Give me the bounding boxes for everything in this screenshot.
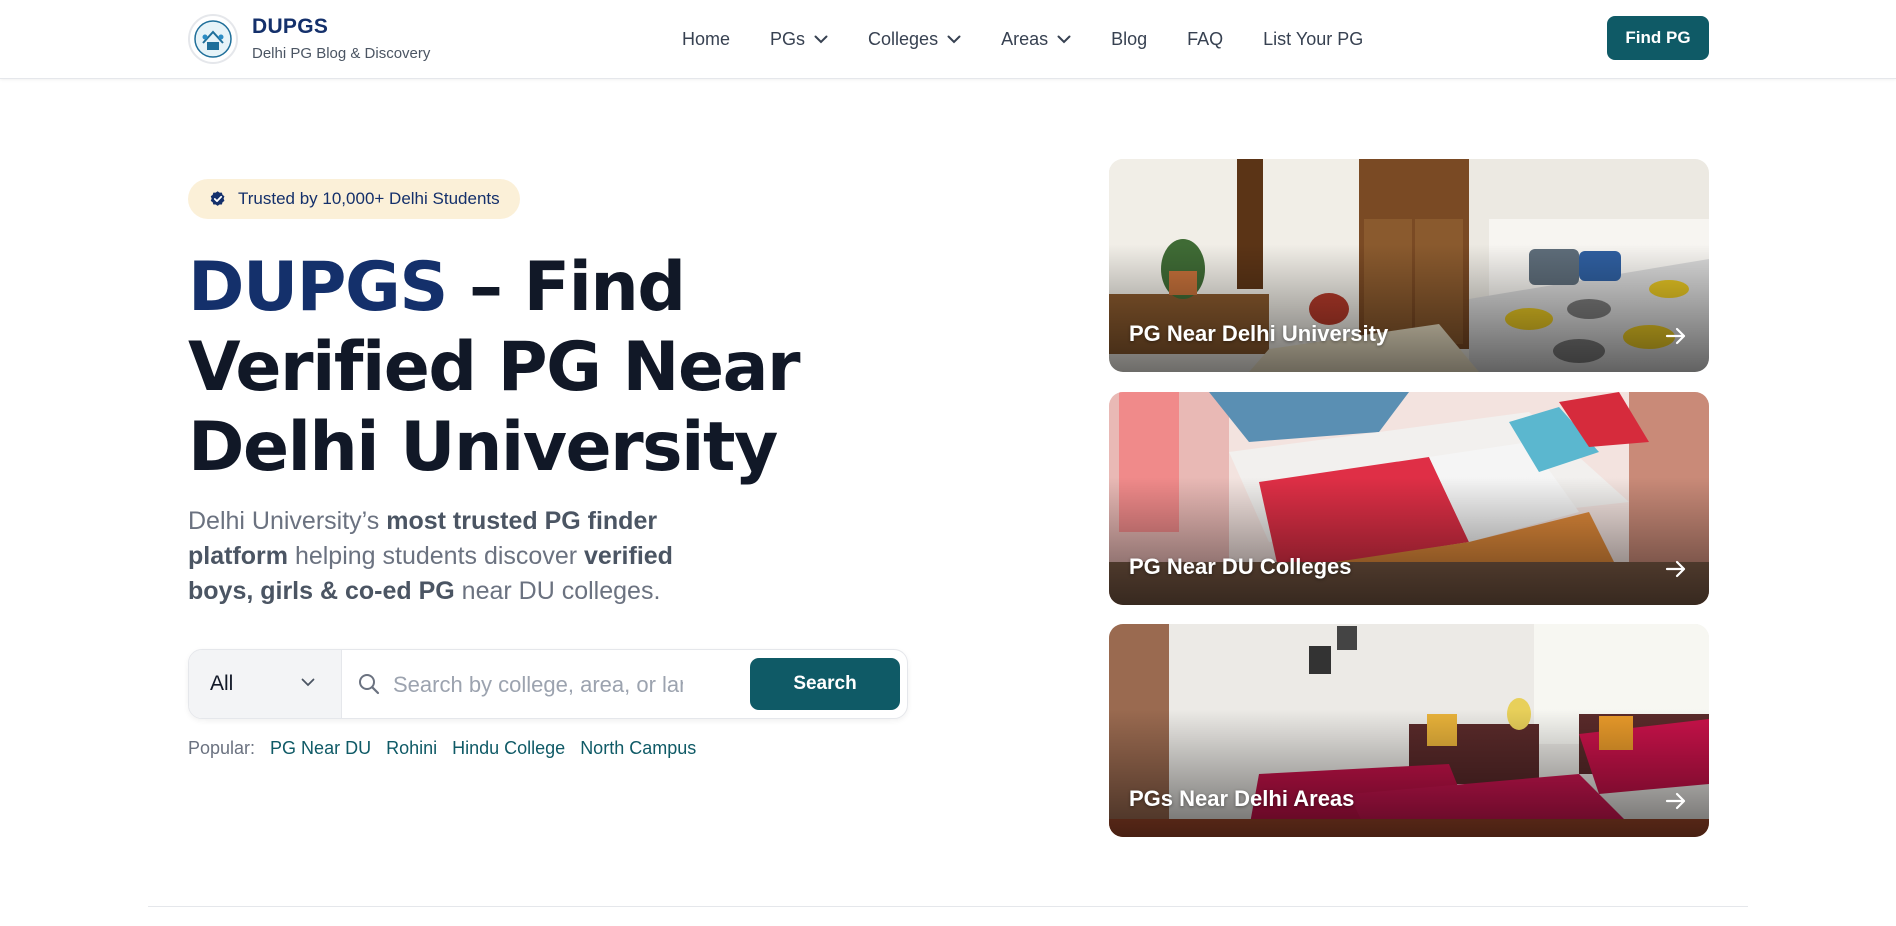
verified-check-icon bbox=[210, 191, 225, 206]
desc-text: Delhi University’s bbox=[188, 507, 387, 535]
nav-colleges-dropdown[interactable]: Colleges bbox=[868, 26, 961, 52]
logo-icon bbox=[188, 14, 238, 64]
nav-faq[interactable]: FAQ bbox=[1187, 26, 1223, 52]
brand-title: DUPGS bbox=[252, 15, 329, 38]
search-button[interactable]: Search bbox=[750, 658, 900, 710]
nav-blog[interactable]: Blog bbox=[1111, 26, 1147, 52]
chevron-down-icon bbox=[947, 35, 961, 43]
hero-title-accent: DUPGS bbox=[188, 248, 448, 327]
arrow-right-icon bbox=[1665, 560, 1686, 578]
nav-pgs-dropdown[interactable]: PGs bbox=[770, 26, 828, 52]
popular-tag[interactable]: North Campus bbox=[580, 736, 696, 760]
popular-tag[interactable]: Hindu College bbox=[452, 736, 565, 760]
nav-blog-label: Blog bbox=[1111, 29, 1148, 49]
section-divider bbox=[148, 906, 1748, 907]
card-pg-near-delhi-university[interactable]: PG Near Delhi University bbox=[1109, 159, 1709, 372]
search-bar: All Search bbox=[188, 649, 908, 719]
card-title: PG Near DU Colleges bbox=[1129, 554, 1352, 579]
hero-description: Delhi University’s most trusted PG finde… bbox=[188, 504, 708, 609]
nav-list-your-pg[interactable]: List Your PG bbox=[1263, 26, 1363, 52]
nav-faq-label: FAQ bbox=[1187, 29, 1224, 49]
category-select[interactable]: All bbox=[189, 650, 342, 718]
trust-badge-text: Trusted by 10,000+ Delhi Students bbox=[238, 189, 500, 208]
popular-tag[interactable]: PG Near DU bbox=[270, 736, 371, 760]
nav-home[interactable]: Home bbox=[682, 26, 730, 52]
nav-colleges-label: Colleges bbox=[868, 29, 939, 49]
find-pg-button[interactable]: Find PG bbox=[1607, 16, 1709, 60]
brand-text: DUPGS Delhi PG Blog & Discovery bbox=[252, 15, 430, 63]
nav-list-your-pg-label: List Your PG bbox=[1263, 29, 1364, 49]
category-select-value: All bbox=[210, 672, 234, 695]
chevron-down-icon bbox=[1057, 35, 1071, 43]
card-title: PG Near Delhi University bbox=[1129, 321, 1389, 346]
nav-pgs-label: PGs bbox=[770, 29, 806, 49]
main-nav: Home PGs Colleges Areas Blog FAQ List Yo… bbox=[682, 26, 1403, 52]
chevron-down-icon bbox=[301, 678, 315, 687]
card-pgs-near-delhi-areas[interactable]: PGs Near Delhi Areas bbox=[1109, 624, 1709, 837]
desc-text: helping students discover bbox=[288, 542, 585, 570]
arrow-right-icon bbox=[1665, 792, 1686, 810]
search-icon bbox=[359, 674, 380, 695]
brand-logo-link[interactable]: DUPGS Delhi PG Blog & Discovery bbox=[188, 14, 430, 64]
card-pg-near-du-colleges[interactable]: PG Near DU Colleges bbox=[1109, 392, 1709, 605]
desc-text: near DU colleges. bbox=[454, 577, 661, 605]
popular-tag[interactable]: Rohini bbox=[386, 736, 437, 760]
chevron-down-icon bbox=[814, 35, 828, 43]
search-input[interactable] bbox=[391, 664, 685, 706]
arrow-right-icon bbox=[1665, 327, 1686, 345]
popular-searches: Popular: PG Near DU Rohini Hindu College… bbox=[188, 736, 711, 760]
site-header: DUPGS Delhi PG Blog & Discovery Home PGs… bbox=[0, 0, 1896, 79]
trust-badge: Trusted by 10,000+ Delhi Students bbox=[188, 179, 520, 219]
popular-label: Popular: bbox=[188, 738, 256, 758]
nav-areas-dropdown[interactable]: Areas bbox=[1001, 26, 1071, 52]
nav-areas-label: Areas bbox=[1001, 29, 1049, 49]
card-title: PGs Near Delhi Areas bbox=[1129, 786, 1355, 811]
brand-subtitle: Delhi PG Blog & Discovery bbox=[252, 45, 431, 62]
nav-home-label: Home bbox=[682, 29, 731, 49]
hero-title: DUPGS – Find Verified PG Near Delhi Univ… bbox=[188, 248, 988, 488]
